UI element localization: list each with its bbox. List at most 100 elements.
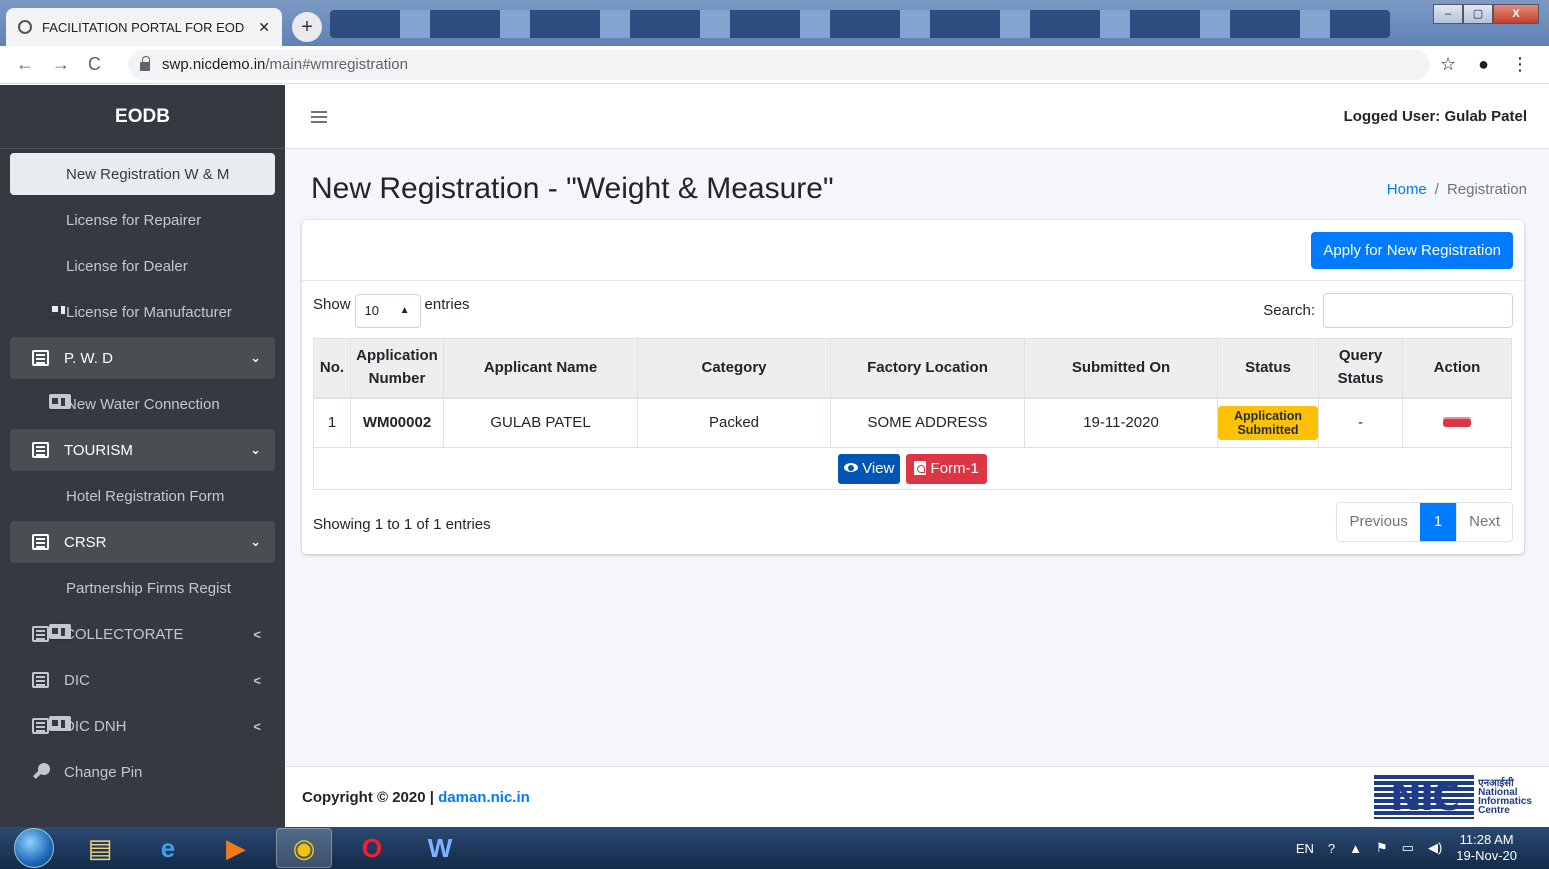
globe-icon [18,20,32,34]
col-header-no[interactable]: No. [313,338,351,399]
logged-user: Logged User: Gulab Patel [1343,108,1527,125]
help-icon[interactable]: ? [1328,841,1335,856]
url-host: swp.nicdemo.in [162,56,266,73]
col-header-factory-location[interactable]: Factory Location [830,338,1025,399]
action-button[interactable] [1443,417,1471,428]
sidebar-item-label: COLLECTORATE [64,625,184,643]
clock[interactable]: 11:28 AM 19-Nov-20 [1456,832,1517,864]
table-info: Showing 1 to 1 of 1 entries [313,516,491,533]
card-header: Apply for New Registration [302,220,1524,281]
sidebar-item-new-water-connection[interactable]: New Water Connection [10,383,275,547]
chrome-icon[interactable]: ◉ [276,828,332,868]
pagination-next[interactable]: Next [1456,503,1512,541]
sidebar-item-license-for-dealer[interactable]: License for Dealer [10,245,275,409]
registrations-table: No. Application Number Applicant Name Ca… [313,338,1512,490]
cell-category: Packed [637,397,831,448]
col-header-action[interactable]: Action [1402,338,1512,399]
list-icon [32,442,49,458]
col-header-category[interactable]: Category [637,338,831,399]
browser-titlebar: FACILITATION PORTAL FOR EOD ✕ + – ▢ X [0,0,1549,46]
system-tray: EN ? ▲ ⚑ ▭ ◀) 11:28 AM 19-Nov-20 [1296,827,1517,869]
content-header: New Registration - "Weight & Measure" Ho… [285,149,1549,215]
sidebar-item-label: TOURISM [64,441,133,459]
sidebar-item-crsr[interactable]: CRSR ⌄ [10,521,275,563]
account-icon[interactable]: ● [1478,54,1489,75]
cell-status: Application Submitted [1217,397,1319,448]
internet-explorer-icon[interactable]: e [140,828,196,868]
pagination-page-1[interactable]: 1 [1419,503,1457,541]
reload-icon[interactable]: C [88,54,101,75]
maximize-button[interactable]: ▢ [1463,4,1493,24]
nic-logo-text: एनआईसी National Informatics Centre [1478,779,1532,816]
breadcrumb-current: Registration [1446,180,1527,198]
explorer-icon[interactable]: ▤ [72,828,128,868]
lock-icon [140,56,150,71]
word-icon[interactable]: W [412,828,468,868]
col-header-status[interactable]: Status [1217,338,1319,399]
view-button[interactable]: View [838,453,901,484]
col-header-application-number[interactable]: Application Number [350,338,444,399]
browser-tab[interactable]: FACILITATION PORTAL FOR EOD ✕ [6,8,282,46]
sidebar-item-license-for-manufacturer[interactable]: License for Manufacturer [10,291,275,455]
new-tab-button[interactable]: + [292,12,322,42]
back-icon[interactable]: ← [16,54,34,75]
sidebar-item-collectorate[interactable]: COLLECTORATE < [10,613,275,655]
col-header-submitted-on[interactable]: Submitted On [1024,338,1218,399]
entries-select-value: 10 [364,303,379,318]
form-1-button-label: Form-1 [930,459,979,477]
sidebar-item-label: DIC DNH [64,717,127,735]
search-input[interactable] [1323,293,1513,328]
entries-select[interactable]: 10 ▲▼ [354,294,421,348]
apply-new-registration-button[interactable]: Apply for New Registration [1311,232,1513,269]
sidebar-item-label: P. W. D [64,349,113,367]
sidebar-item-label: Change Pin [64,763,143,781]
footer: Copyright © 2020 | daman.nic.in NIC एनआई… [285,766,1549,827]
sidebar-item-dic[interactable]: DIC < [10,659,275,701]
forward-icon[interactable]: → [52,54,70,75]
nic-line-3: Centre [1478,805,1510,816]
hamburger-menu-icon[interactable] [311,110,327,123]
language-indicator[interactable]: EN [1296,841,1314,856]
sidebar-item-hotel-registration-form[interactable]: Hotel Registration Form [10,475,275,639]
copyright-text: Copyright © 2020 | [302,788,439,806]
tab-close-icon[interactable]: ✕ [258,19,270,36]
form-1-button[interactable]: Form-1 [905,453,987,484]
volume-icon[interactable]: ◀) [1428,840,1442,856]
nic-logo-mark: NIC [1374,775,1475,819]
chevron-left-icon: < [253,672,261,688]
network-icon[interactable]: ▭ [1402,840,1414,856]
breadcrumb: Home / Registration [1387,181,1527,198]
sidebar-item-partnership-firms-regist[interactable]: Partnership Firms Regist [10,567,275,731]
cell-application-number: WM00002 [350,397,444,448]
sidebar: EODB New Registration W & M License for R… [0,85,285,827]
table-search: Search: [1263,293,1513,328]
sidebar-item-license-for-repairer[interactable]: License for Repairer [10,199,275,363]
url-input[interactable]: swp.nicdemo.in/main#wmregistration [128,49,1430,80]
view-button-label: View [862,459,895,477]
col-header-query-status[interactable]: Query Status [1318,338,1403,399]
start-button-icon[interactable] [14,828,54,868]
pagination-previous[interactable]: Previous [1337,503,1419,541]
sidebar-item-dic-dnh[interactable]: DIC DNH < [10,705,275,747]
status-badge: Application Submitted [1218,405,1318,440]
sidebar-item-tourism[interactable]: TOURISM ⌄ [10,429,275,471]
flag-icon[interactable]: ⚑ [1376,840,1388,856]
sidebar-item-p-w-d[interactable]: P. W. D ⌄ [10,337,275,379]
chevron-left-icon: < [253,626,261,642]
cell-applicant-name: GULAB PATEL [443,397,638,448]
opera-icon[interactable]: O [344,828,400,868]
media-player-icon[interactable]: ▶ [208,828,264,868]
search-label: Search: [1263,302,1315,319]
browser-menu-icon[interactable]: ⋮ [1511,54,1529,75]
sidebar-item-new-registration-w-m[interactable]: New Registration W & M [10,153,275,317]
breadcrumb-home-link[interactable]: Home [1387,181,1427,198]
nic-logo: NIC एनआईसी National Informatics Centre [1374,775,1532,819]
window-close-button[interactable]: X [1493,4,1539,24]
minimize-button[interactable]: – [1433,4,1463,24]
show-hidden-icons-icon[interactable]: ▲ [1349,841,1362,856]
col-header-applicant-name[interactable]: Applicant Name [443,338,638,399]
brand-logo[interactable]: EODB [0,85,285,149]
sidebar-item-change-pin[interactable]: Change Pin [10,751,275,793]
copyright-link[interactable]: daman.nic.in [438,789,530,806]
bookmark-star-icon[interactable]: ☆ [1440,54,1456,75]
